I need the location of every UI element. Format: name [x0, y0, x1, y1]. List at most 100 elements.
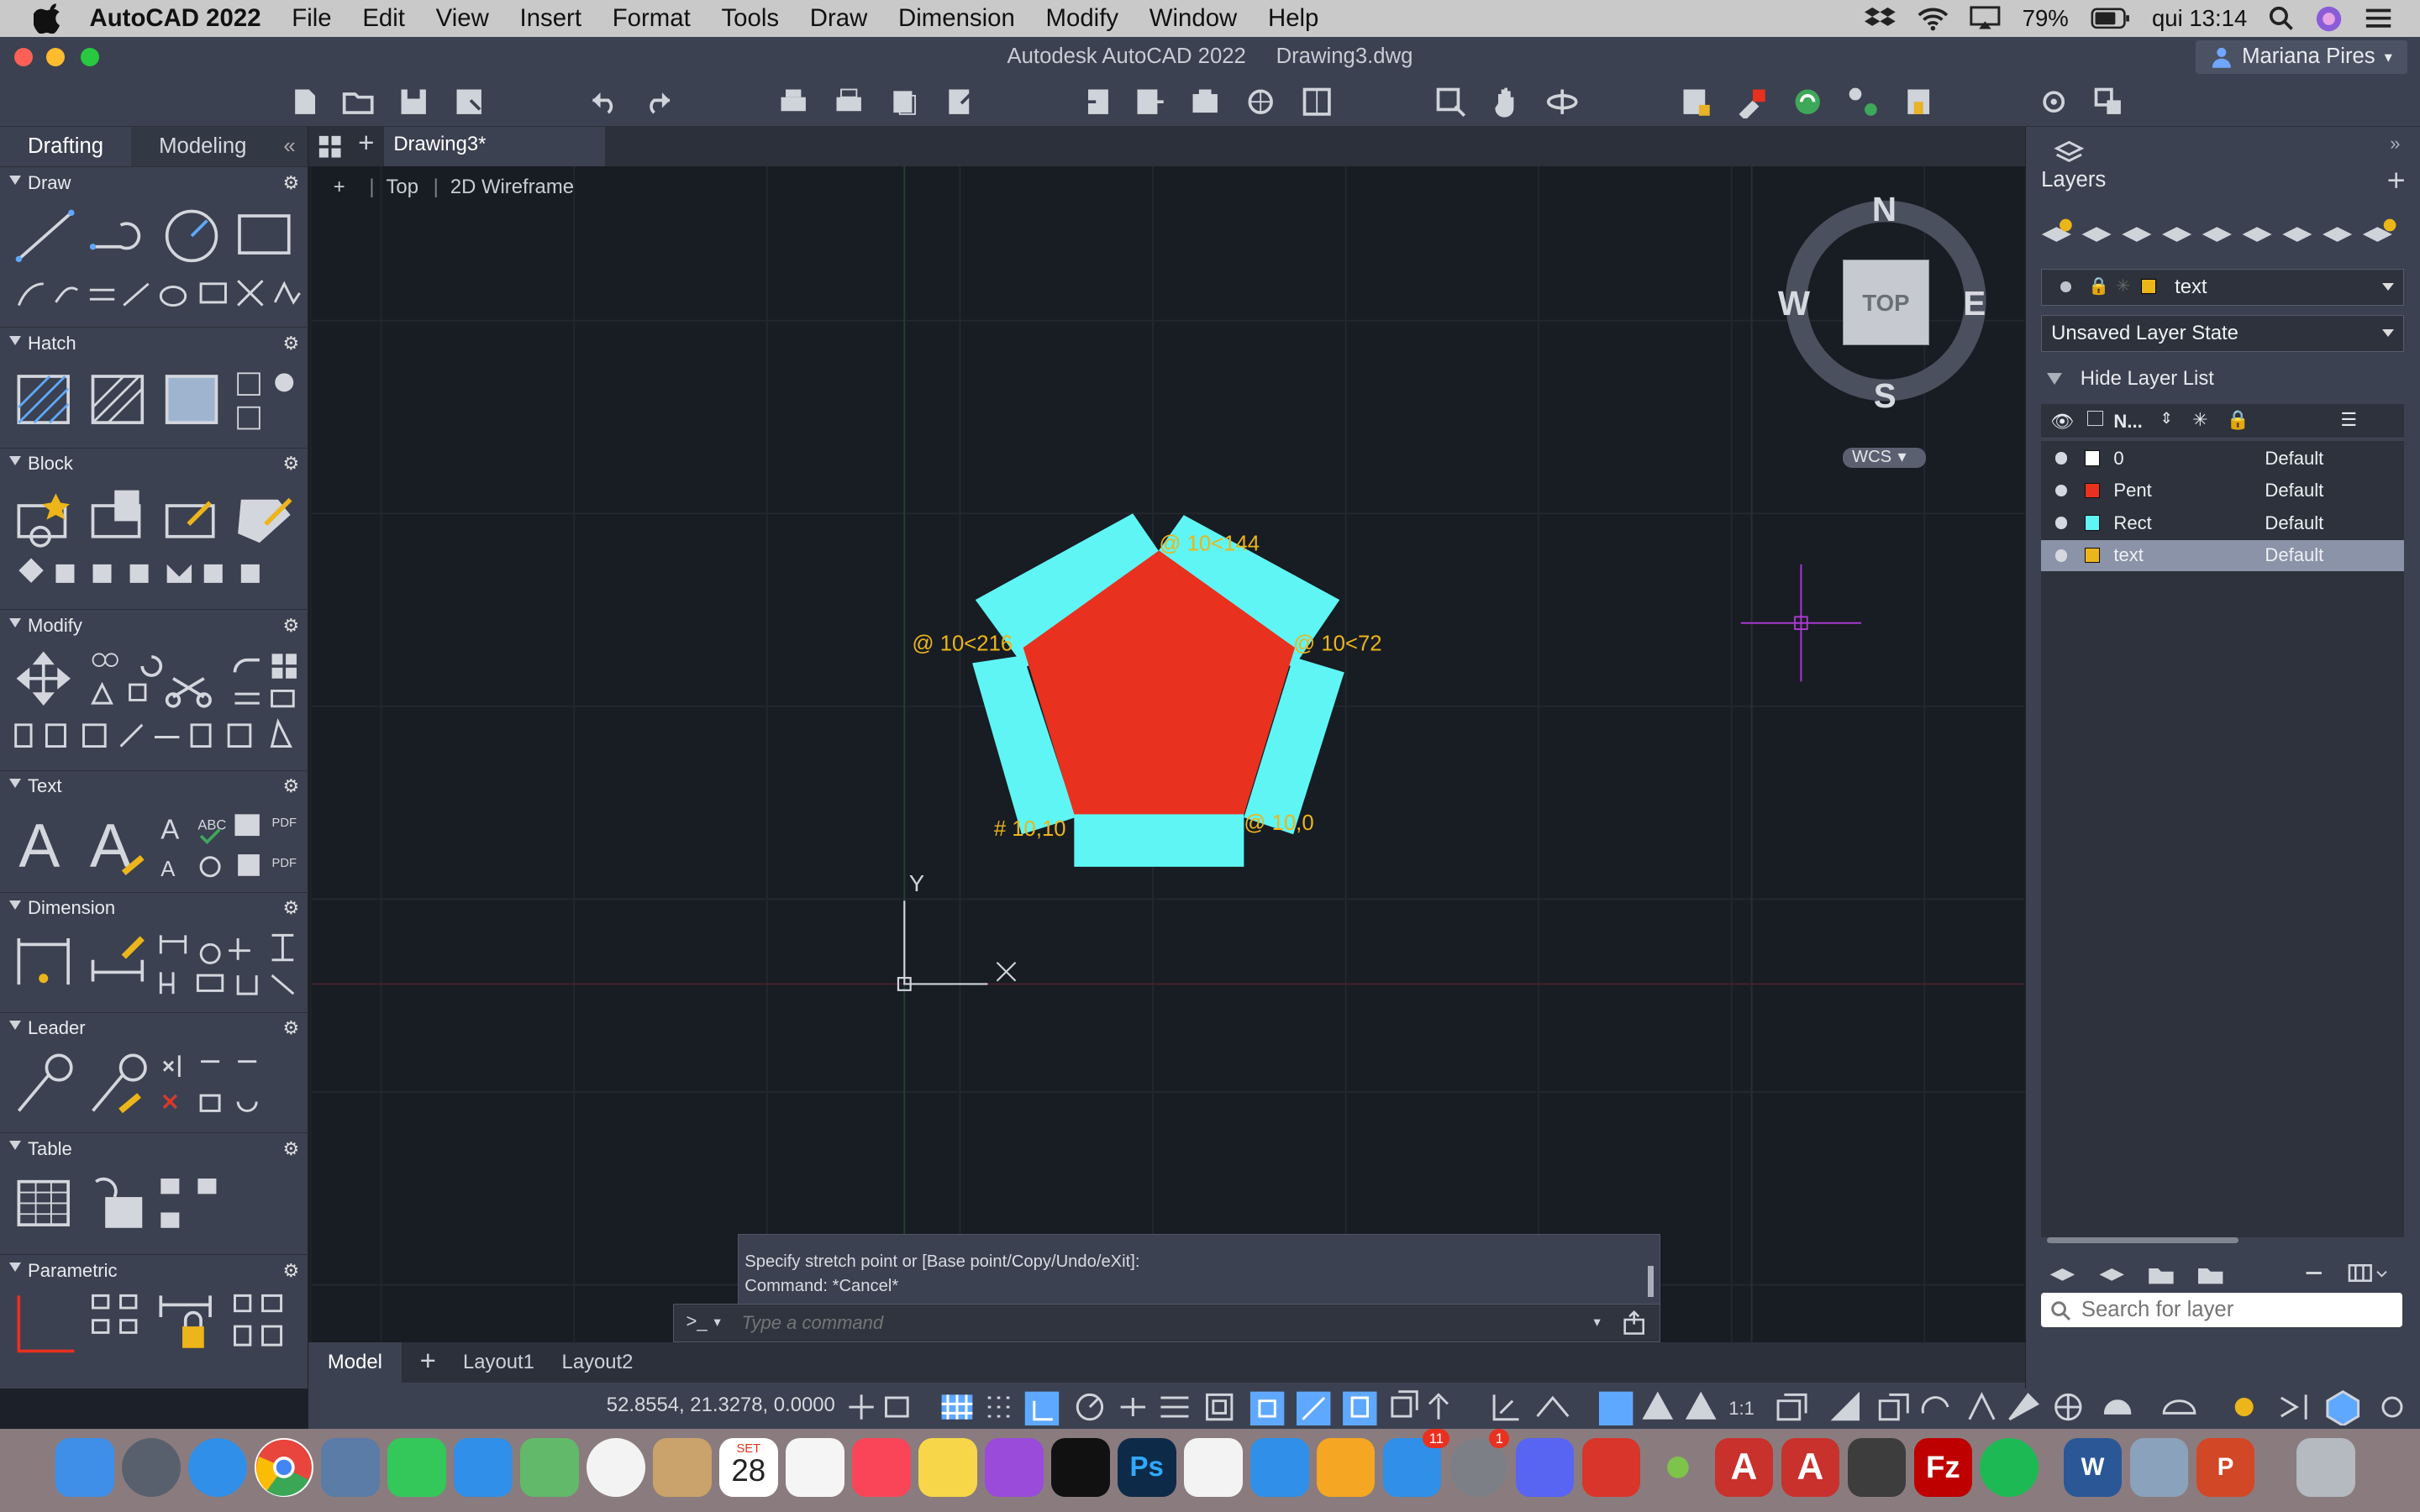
export-pdf-icon[interactable] [943, 85, 976, 118]
layer-color-swatch[interactable] [2084, 548, 2100, 564]
dropbox-icon[interactable] [1865, 6, 1897, 30]
menu-tools[interactable]: Tools [721, 4, 779, 33]
facetime-icon[interactable] [387, 1437, 446, 1497]
eye-icon[interactable]: 👁 [2050, 411, 2074, 433]
layer-search-box[interactable] [2041, 1293, 2402, 1327]
sync-icon[interactable] [1791, 85, 1824, 118]
compass-east[interactable]: E [1963, 284, 1986, 323]
start-grid-icon[interactable] [318, 134, 342, 159]
layer-state-dropdown[interactable]: Unsaved Layer State [2041, 314, 2404, 352]
new-tab-icon[interactable]: + [358, 128, 374, 160]
gear-icon[interactable]: ⚙ [283, 615, 300, 637]
word-icon[interactable]: W [2063, 1437, 2123, 1497]
section-block[interactable]: Block ⚙ [0, 447, 309, 481]
numbers-icon[interactable] [1183, 1437, 1243, 1497]
hatch-tools-icons[interactable] [13, 367, 306, 435]
trash-icon[interactable] [2296, 1437, 2355, 1497]
autocad-icon[interactable]: A [1714, 1437, 1774, 1497]
sheet-set-icon[interactable] [1300, 85, 1334, 118]
menu-help[interactable]: Help [1268, 4, 1318, 33]
gear-icon[interactable]: ⚙ [283, 453, 300, 475]
system-preferences-icon[interactable]: 1 [1449, 1428, 1510, 1497]
connect-icon[interactable] [1846, 85, 1880, 118]
color-column-icon[interactable] [2087, 410, 2103, 426]
pan-hand-icon[interactable] [1489, 85, 1523, 118]
gear-icon[interactable]: ⚙ [283, 172, 300, 194]
menu-view[interactable]: View [436, 4, 489, 33]
orbit-icon[interactable] [1545, 85, 1579, 118]
workspace-icon[interactable] [2037, 85, 2070, 118]
app-store-icon[interactable]: 11 [1382, 1428, 1450, 1497]
layer-row-text[interactable]: text Default [2041, 539, 2404, 571]
pencil-app-icon[interactable] [1649, 1438, 1707, 1497]
launchpad-icon[interactable] [122, 1437, 181, 1497]
filezilla-icon[interactable]: Fz [1913, 1437, 1973, 1497]
layer-visible-icon[interactable] [2054, 549, 2068, 562]
drawing-canvas[interactable]: @ 10<144 @ 10<216 @ 10<72 # 10,10 @ 10,0… [312, 166, 2025, 1342]
spotify-icon[interactable] [1980, 1437, 2039, 1497]
menu-edit[interactable]: Edit [362, 4, 405, 33]
plot-icon[interactable] [776, 85, 810, 118]
chevron-down-icon[interactable]: ▾ [714, 1314, 721, 1331]
chevron-down-icon[interactable]: ▾ [1593, 1314, 1600, 1331]
photoshop-icon[interactable]: Ps [1117, 1437, 1176, 1497]
menu-insert[interactable]: Insert [520, 4, 581, 33]
coordinate-readout[interactable]: 52.8554, 21.3278, 0.0000 [607, 1394, 835, 1417]
podcasts-icon[interactable] [984, 1437, 1044, 1497]
apple-tv-icon[interactable] [1050, 1437, 1110, 1497]
share-icon[interactable] [1622, 1310, 1646, 1336]
section-hatch[interactable]: Hatch ⚙ [0, 327, 309, 360]
shape-icon[interactable] [1581, 1437, 1641, 1497]
discord-icon[interactable] [1515, 1437, 1575, 1497]
section-dimension[interactable]: Dimension ⚙ [0, 891, 309, 926]
tab-model[interactable]: Model [308, 1341, 402, 1383]
menu-dimension[interactable]: Dimension [898, 4, 1015, 33]
ucs-menu[interactable]: WCS ▾ [1843, 447, 1927, 468]
preview-icon[interactable] [321, 1437, 380, 1497]
save-as-icon[interactable] [452, 85, 486, 118]
save-icon[interactable] [397, 85, 430, 118]
visual-style-control[interactable]: 2D Wireframe [450, 176, 574, 198]
compass-north[interactable]: N [1872, 190, 1897, 229]
safari-icon[interactable] [188, 1437, 247, 1497]
layer-color-swatch[interactable] [2084, 515, 2100, 531]
gear-icon[interactable]: ⚙ [283, 1138, 300, 1160]
layer-visible-icon[interactable] [2054, 452, 2068, 465]
calendar-icon[interactable]: SET 28 [718, 1437, 778, 1497]
export-icon[interactable] [1133, 85, 1166, 118]
command-input[interactable] [741, 1309, 1576, 1337]
chrome-icon[interactable] [255, 1437, 313, 1497]
section-leader[interactable]: Leader ⚙ [0, 1011, 309, 1046]
gear-icon[interactable]: ⚙ [283, 897, 300, 919]
messages-icon[interactable] [453, 1437, 513, 1497]
image-capture-icon[interactable] [2129, 1437, 2189, 1497]
tab-drafting[interactable]: Drafting [0, 126, 132, 167]
redo-icon[interactable] [642, 85, 676, 118]
sublime-icon[interactable] [1847, 1437, 1907, 1497]
layer-visible-icon[interactable] [2054, 517, 2068, 529]
gear-icon[interactable]: ⚙ [283, 1017, 300, 1039]
name-column-header[interactable]: N... [2113, 411, 2142, 433]
status-toggle-icons[interactable]: 1:1 [843, 1389, 2414, 1426]
section-text[interactable]: Text ⚙ [0, 769, 309, 804]
command-prompt-icon[interactable]: >_ [686, 1310, 707, 1332]
layer-visible-icon[interactable] [2054, 484, 2068, 497]
viewport-menu[interactable]: + [334, 176, 345, 198]
horizontal-scrollbar[interactable] [2047, 1237, 2239, 1244]
powerpoint-icon[interactable]: P [2196, 1437, 2255, 1497]
expand-icon[interactable]: » [2390, 133, 2400, 155]
siri-icon[interactable] [2315, 5, 2343, 33]
draw-tools-icons[interactable] [13, 207, 306, 318]
modify-tools-icons[interactable] [13, 648, 306, 759]
control-center-icon[interactable] [2365, 6, 2392, 30]
import-icon[interactable] [1079, 85, 1113, 118]
section-table[interactable]: Table ⚙ [0, 1132, 309, 1166]
section-parametric[interactable]: Parametric ⚙ [0, 1254, 309, 1288]
wifi-icon[interactable] [1918, 6, 1949, 31]
share-icon[interactable] [1188, 85, 1222, 118]
add-layout-icon[interactable]: + [420, 1346, 436, 1378]
gear-icon[interactable]: ⚙ [283, 333, 300, 354]
parametric-tools-icons[interactable] [13, 1289, 306, 1357]
command-scrollbar[interactable] [1647, 1266, 1654, 1297]
block-tools-icons[interactable] [13, 487, 306, 596]
